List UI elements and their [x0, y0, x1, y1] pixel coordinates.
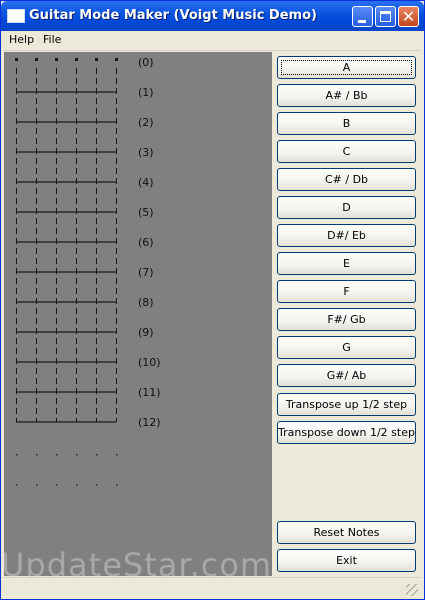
- note-dot: [56, 484, 58, 486]
- open-string-marker: [55, 58, 58, 61]
- note-button[interactable]: C# / Db: [277, 168, 416, 191]
- open-string-marker: [95, 58, 98, 61]
- fret-label: (5): [138, 206, 154, 219]
- reset-notes-button[interactable]: Reset Notes: [277, 521, 416, 544]
- open-string-marker: [75, 58, 78, 61]
- open-string-marker: [15, 58, 18, 61]
- note-dot: [56, 454, 58, 456]
- note-button[interactable]: B: [277, 112, 416, 135]
- app-window: Guitar Mode Maker (Voigt Music Demo) ✕ H…: [0, 0, 425, 600]
- fretboard-panel: (0) (1) (2) (3) (4) (5) (6) (7) (8) (9) (10) (11) (1…: [4, 52, 272, 576]
- fret-label: (1): [138, 86, 154, 99]
- note-button[interactable]: A# / Bb: [277, 84, 416, 107]
- fret-label: (9): [138, 326, 154, 339]
- note-button[interactable]: D#/ Eb: [277, 224, 416, 247]
- fret-label: (6): [138, 236, 154, 249]
- minimize-button[interactable]: [352, 6, 373, 27]
- note-dot: [36, 454, 38, 456]
- note-dot: [96, 484, 98, 486]
- fret-label: (7): [138, 266, 154, 279]
- resize-grip-icon[interactable]: [406, 584, 418, 596]
- fret-label: (10): [138, 356, 161, 369]
- note-dot: [96, 454, 98, 456]
- status-bar: [3, 577, 422, 599]
- note-button[interactable]: G: [277, 336, 416, 359]
- fret-label: (2): [138, 116, 154, 129]
- transpose-down-button[interactable]: Transpose down 1/2 step: [277, 421, 416, 444]
- fret-label: (11): [138, 386, 161, 399]
- note-button[interactable]: A: [277, 56, 416, 79]
- note-dot: [116, 484, 118, 486]
- note-button[interactable]: F#/ Gb: [277, 308, 416, 331]
- minimize-icon: [358, 20, 366, 23]
- fret-label: (0): [138, 56, 154, 69]
- app-icon: [7, 9, 25, 23]
- note-button[interactable]: G#/ Ab: [277, 364, 416, 387]
- note-button[interactable]: D: [277, 196, 416, 219]
- note-dot: [16, 484, 18, 486]
- note-dot: [116, 454, 118, 456]
- menu-bar: Help File: [3, 31, 422, 51]
- open-string-marker: [35, 58, 38, 61]
- window-title: Guitar Mode Maker (Voigt Music Demo): [29, 8, 317, 23]
- fretboard-diagram: (0) (1) (2) (3) (4) (5) (6) (7) (8) (9) (10) (11) (1…: [15, 56, 161, 486]
- open-string-marker: [115, 58, 118, 61]
- transpose-up-button[interactable]: Transpose up 1/2 step: [277, 393, 416, 416]
- fret-label: (12): [138, 416, 161, 429]
- note-button[interactable]: E: [277, 252, 416, 275]
- note-button[interactable]: C: [277, 140, 416, 163]
- fret-label: (4): [138, 176, 154, 189]
- maximize-button[interactable]: [375, 6, 396, 27]
- note-button[interactable]: F: [277, 280, 416, 303]
- fret-label: (3): [138, 146, 154, 159]
- note-dot: [76, 484, 78, 486]
- note-dot: [16, 454, 18, 456]
- title-bar[interactable]: Guitar Mode Maker (Voigt Music Demo) ✕: [1, 1, 424, 31]
- maximize-icon: [380, 11, 391, 22]
- close-icon: ✕: [401, 7, 416, 26]
- menu-file[interactable]: File: [43, 33, 61, 46]
- close-button[interactable]: ✕: [398, 6, 419, 27]
- menu-help[interactable]: Help: [9, 33, 34, 46]
- note-dot: [36, 484, 38, 486]
- note-dot: [76, 454, 78, 456]
- fret-label: (8): [138, 296, 154, 309]
